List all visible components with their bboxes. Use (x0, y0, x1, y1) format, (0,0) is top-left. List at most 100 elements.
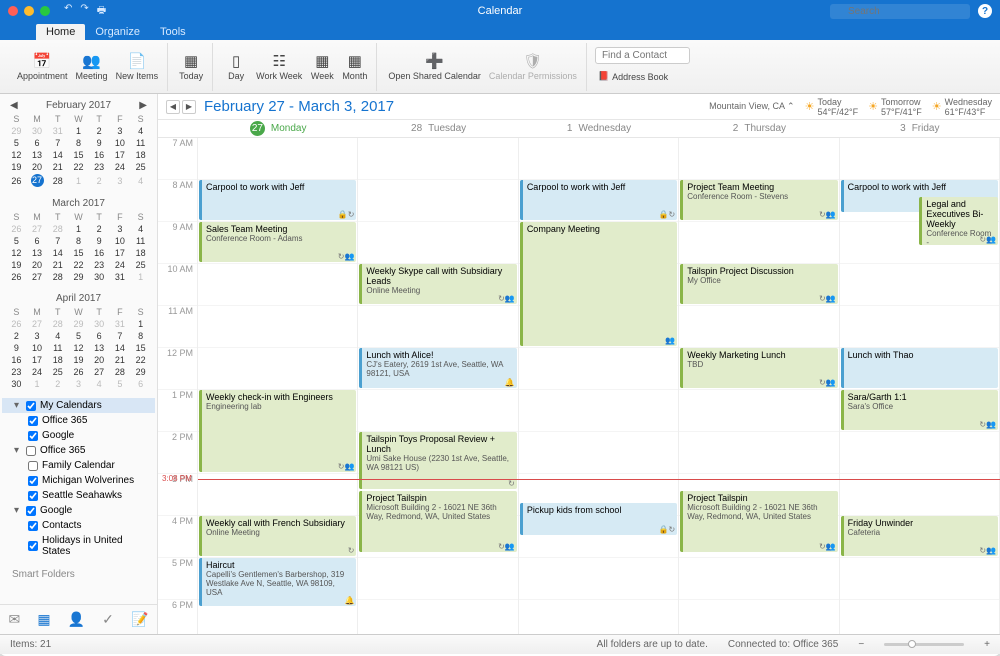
event[interactable]: Weekly Marketing LunchTBD↻👥 (680, 348, 837, 388)
event[interactable]: Carpool to work with Jeff🔒↻ (520, 180, 677, 220)
tree-group[interactable]: ▾ Office 365 (2, 443, 155, 458)
checkbox[interactable] (26, 401, 36, 411)
meeting-button[interactable]: 👥Meeting (73, 45, 111, 89)
mini-month[interactable]: ◀February 2017▶SMTWTFS293031123456789101… (0, 94, 157, 192)
help-icon[interactable]: ? (978, 4, 992, 18)
day-column[interactable]: Carpool to work with Jeff🔒↻Legal and Exe… (840, 138, 1000, 634)
day-column[interactable]: Weekly Skype call with Subsidiary LeadsO… (358, 138, 518, 634)
checkbox[interactable] (28, 476, 38, 486)
location-label[interactable]: Mountain View, CA ⌃ (709, 101, 794, 112)
redo-icon[interactable]: ↷ (80, 3, 88, 20)
month-view-button[interactable]: ▦Month (339, 45, 370, 89)
people-icon[interactable]: 👤 (68, 611, 85, 628)
event[interactable]: Sales Team MeetingConference Room - Adam… (199, 222, 356, 262)
chevron-down-icon[interactable]: ▾ (14, 505, 22, 516)
checkbox[interactable] (28, 416, 38, 426)
event[interactable]: Tailspin Project DiscussionMy Office↻👥 (680, 264, 837, 304)
zoom-out-button[interactable]: − (858, 639, 864, 650)
tree-item[interactable]: Michigan Wolverines (2, 473, 155, 488)
new-items-button[interactable]: 📄New Items (113, 45, 162, 89)
day-header[interactable]: 2Thursday (679, 120, 839, 137)
tree-label: Holidays in United States (42, 535, 151, 557)
open-shared-button[interactable]: ➕Open Shared Calendar (385, 45, 484, 89)
event[interactable]: Carpool to work with Jeff🔒↻ (199, 180, 356, 220)
undo-icon[interactable]: ↶ (64, 3, 72, 20)
next-month-icon[interactable]: ▶ (139, 100, 147, 111)
event[interactable]: Legal and Executives Bi-WeeklyConference… (919, 197, 998, 245)
notes-icon[interactable]: 📝 (131, 611, 148, 628)
search-box[interactable] (830, 4, 970, 19)
tab-tools[interactable]: Tools (150, 24, 196, 40)
checkbox[interactable] (28, 541, 38, 551)
find-contact-input[interactable] (595, 47, 690, 64)
day-view-button[interactable]: ▯Day (221, 45, 251, 89)
event[interactable]: Project Team MeetingConference Room - St… (680, 180, 837, 220)
day-header[interactable]: 27Monday (198, 120, 358, 137)
chevron-down-icon[interactable]: ▾ (14, 400, 22, 411)
mail-icon[interactable]: ✉ (9, 611, 21, 628)
smart-folders[interactable]: Smart Folders (0, 563, 157, 586)
event-status-icons: ↻ (348, 546, 355, 555)
day-column[interactable]: Carpool to work with Jeff🔒↻Company Meeti… (519, 138, 679, 634)
today-button[interactable]: ▦Today (176, 45, 206, 89)
mini-month[interactable]: March 2017SMTWTFS26272812345678910111213… (0, 192, 157, 287)
zoom-in-button[interactable]: + (984, 639, 990, 650)
calendar-nav-icon[interactable]: ▦ (37, 611, 50, 628)
checkbox[interactable] (26, 506, 36, 516)
tree-item[interactable]: Family Calendar (2, 458, 155, 473)
checkbox[interactable] (28, 431, 38, 441)
calendar-pane: ◀ ▶ February 27 - March 3, 2017 Mountain… (158, 94, 1000, 634)
tree-item[interactable]: Google (2, 428, 155, 443)
tasks-icon[interactable]: ✓ (102, 611, 114, 628)
prev-month-icon[interactable]: ◀ (10, 100, 18, 111)
day-column[interactable]: Project Team MeetingConference Room - St… (679, 138, 839, 634)
event[interactable]: Weekly check-in with EngineersEngineerin… (199, 390, 356, 472)
checkbox[interactable] (28, 461, 38, 471)
tree-item[interactable]: Contacts (2, 518, 155, 533)
zoom-icon[interactable] (40, 6, 50, 16)
appointment-button[interactable]: 📅Appointment (14, 45, 71, 89)
tab-organize[interactable]: Organize (85, 24, 150, 40)
event[interactable]: Lunch with Thao (841, 348, 998, 388)
checkbox[interactable] (26, 446, 36, 456)
checkbox[interactable] (28, 491, 38, 501)
calendar-grid[interactable]: 7 AM8 AM9 AM10 AM11 AM12 PM1 PM2 PM3 PM4… (158, 138, 1000, 634)
event[interactable]: Project TailspinMicrosoft Building 2 - 1… (359, 491, 516, 552)
tree-item[interactable]: Seattle Seahawks (2, 488, 155, 503)
event[interactable]: HaircutCapelli's Gentlemen's Barbershop,… (199, 558, 356, 606)
day-column[interactable]: Carpool to work with Jeff🔒↻Sales Team Me… (198, 138, 358, 634)
prev-button[interactable]: ◀ (166, 100, 180, 114)
event[interactable]: Weekly Skype call with Subsidiary LeadsO… (359, 264, 516, 304)
event[interactable]: Friday UnwinderCafeteria↻👥 (841, 516, 998, 556)
window-controls[interactable] (8, 6, 50, 16)
tree-group[interactable]: ▾ My Calendars (2, 398, 155, 413)
next-button[interactable]: ▶ (182, 100, 196, 114)
print-icon[interactable]: 🖶 (97, 3, 106, 20)
minimize-icon[interactable] (24, 6, 34, 16)
day-header[interactable]: 3Friday (840, 120, 1000, 137)
mini-month[interactable]: April 2017SMTWTFS26272829303112345678910… (0, 287, 157, 394)
event[interactable]: Lunch with Alice!CJ's Eatery, 2619 1st A… (359, 348, 516, 388)
event[interactable]: Sara/Garth 1:1Sara's Office↻👥 (841, 390, 998, 430)
event[interactable]: Weekly call with French SubsidiaryOnline… (199, 516, 356, 556)
tree-item[interactable]: Office 365 (2, 413, 155, 428)
day-header[interactable]: 28Tuesday (358, 120, 518, 137)
tree-item[interactable]: Holidays in United States (2, 533, 155, 559)
search-input[interactable] (830, 4, 970, 19)
week-view-button[interactable]: ▦Week (307, 45, 337, 89)
tree-group[interactable]: ▾ Google (2, 503, 155, 518)
workweek-view-button[interactable]: ☷Work Week (253, 45, 305, 89)
zoom-slider[interactable] (884, 643, 964, 646)
event[interactable]: Project TailspinMicrosoft Building 2 - 1… (680, 491, 837, 552)
event-title: Project Tailspin (687, 493, 833, 503)
event-status-icons: ↻👥 (979, 235, 996, 244)
checkbox[interactable] (28, 521, 38, 531)
tab-home[interactable]: Home (36, 24, 85, 40)
event[interactable]: Company Meeting👥 (520, 222, 677, 346)
day-header[interactable]: 1Wednesday (519, 120, 679, 137)
chevron-down-icon[interactable]: ▾ (14, 445, 22, 456)
address-book-button[interactable]: 📕Address Book (595, 67, 671, 87)
event[interactable]: Pickup kids from school🔒↻ (520, 503, 677, 535)
close-icon[interactable] (8, 6, 18, 16)
event-location: CJ's Eatery, 2619 1st Ave, Seattle, WA 9… (366, 360, 512, 378)
